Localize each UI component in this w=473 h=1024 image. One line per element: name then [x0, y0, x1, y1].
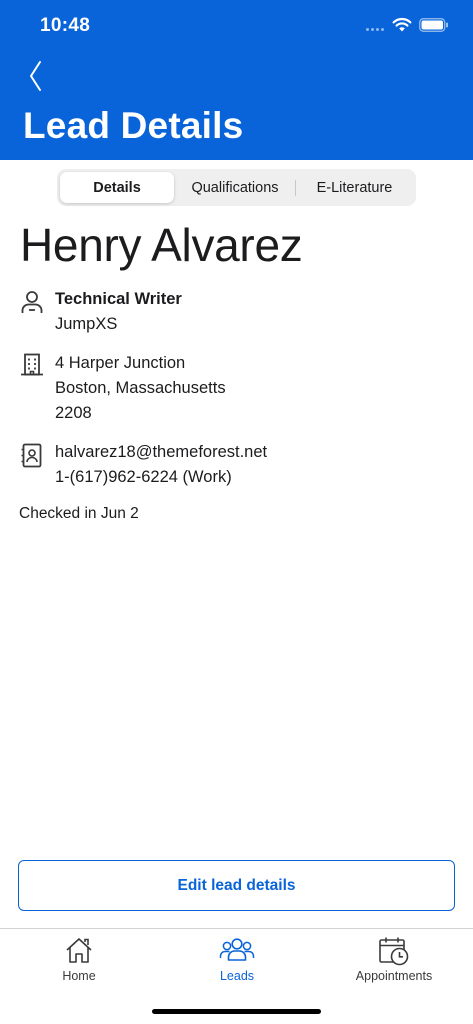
chevron-left-icon[interactable]: [22, 56, 52, 96]
address-line-1: 4 Harper Junction: [55, 354, 186, 372]
tab-home[interactable]: Home: [0, 929, 158, 991]
status-time: 10:48: [40, 15, 91, 36]
job-title: Technical Writer: [55, 290, 182, 308]
tab-qualifications[interactable]: Qualifications: [176, 172, 294, 203]
home-icon: [66, 938, 92, 963]
checked-in-status: Checked in Jun 2: [19, 505, 139, 522]
address-line-2: Boston, Massachusetts: [55, 379, 226, 397]
tab-e-literature[interactable]: E-Literature: [296, 172, 413, 203]
tab-details[interactable]: Details: [60, 172, 174, 203]
building-icon: [21, 353, 43, 376]
segmented-control: Details Qualifications E-Literature: [57, 169, 416, 206]
cellular-signal-icon: [366, 28, 388, 32]
wifi-icon: [392, 17, 412, 32]
contact-book-icon: [21, 443, 42, 468]
lead-name: Henry Alvarez: [20, 219, 303, 271]
company-name: JumpXS: [55, 315, 118, 333]
status-bar: 10:48: [0, 0, 473, 50]
phone-link[interactable]: 1-(617)962-6224 (Work): [55, 465, 232, 490]
people-icon: [219, 938, 255, 961]
header: 10:48 Lead Details: [0, 0, 473, 160]
battery-icon: [419, 18, 448, 32]
calendar-clock-icon: [379, 937, 409, 966]
address-line-3: 2208: [55, 404, 92, 422]
page-title: Lead Details: [23, 105, 244, 146]
tab-leads-label: Leads: [219, 969, 255, 983]
tab-leads[interactable]: Leads: [158, 929, 316, 991]
tab-appointments[interactable]: Appointments: [315, 929, 473, 991]
person-icon: [21, 291, 43, 313]
tab-home-label: Home: [62, 969, 96, 983]
home-indicator: [152, 1009, 321, 1014]
email-link[interactable]: halvarez18@themeforest.net: [55, 440, 267, 465]
tab-appointments-label: Appointments: [355, 969, 433, 983]
edit-lead-button[interactable]: Edit lead details: [18, 860, 455, 911]
